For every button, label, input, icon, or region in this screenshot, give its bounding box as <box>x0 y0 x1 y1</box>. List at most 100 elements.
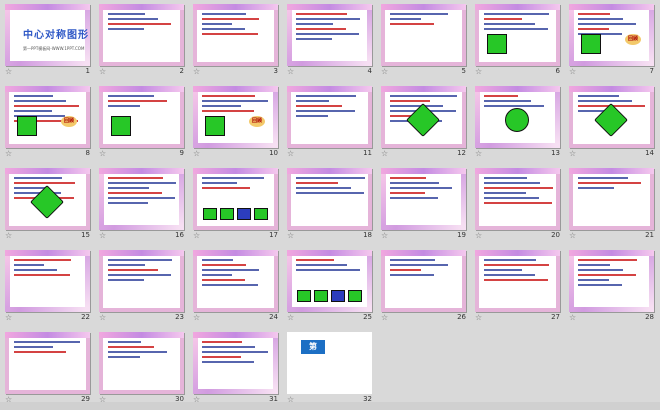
slide-thumbnail-14[interactable]: ☆ 14 <box>566 82 660 162</box>
slide-preview[interactable] <box>193 4 278 66</box>
slide-thumbnail-30[interactable]: ☆ 30 <box>96 328 191 408</box>
slide-preview[interactable] <box>99 86 184 148</box>
slide-preview[interactable]: 回顾 <box>5 86 90 148</box>
slide-thumbnail-24[interactable]: ☆ 24 <box>190 246 285 326</box>
slide-thumbnail-29[interactable]: ☆ 29 <box>2 328 97 408</box>
slide-preview[interactable] <box>569 168 654 230</box>
star-icon[interactable]: ☆ <box>569 313 576 322</box>
slide-preview[interactable] <box>99 168 184 230</box>
slide-preview[interactable] <box>569 250 654 312</box>
slide-thumbnail-31[interactable]: ☆ 31 <box>190 328 285 408</box>
star-icon[interactable]: ☆ <box>569 231 576 240</box>
slide-preview[interactable] <box>569 86 654 148</box>
slide-thumbnail-7[interactable]: 回顾 ☆ 7 <box>566 0 660 80</box>
slide-thumbnail-22[interactable]: ☆ 22 <box>2 246 97 326</box>
slide-thumbnail-21[interactable]: ☆ 21 <box>566 164 660 244</box>
star-icon[interactable]: ☆ <box>287 67 294 76</box>
slide-preview[interactable] <box>5 168 90 230</box>
slide-preview[interactable] <box>287 250 372 312</box>
slide-preview[interactable] <box>193 250 278 312</box>
slide-preview[interactable] <box>193 168 278 230</box>
slide-thumbnail-5[interactable]: ☆ 5 <box>378 0 473 80</box>
slide-preview[interactable] <box>99 250 184 312</box>
slide-preview[interactable] <box>475 4 560 66</box>
star-icon[interactable]: ☆ <box>287 313 294 322</box>
star-icon[interactable]: ☆ <box>475 67 482 76</box>
slide-thumbnail-11[interactable]: ☆ 11 <box>284 82 379 162</box>
star-icon[interactable]: ☆ <box>287 231 294 240</box>
star-icon[interactable]: ☆ <box>5 149 12 158</box>
star-icon[interactable]: ☆ <box>5 313 12 322</box>
slide-preview[interactable]: 第1PPT <box>287 332 372 394</box>
slide-thumbnail-2[interactable]: ☆ 2 <box>96 0 191 80</box>
slide-thumbnail-15[interactable]: ☆ 15 <box>2 164 97 244</box>
slide-preview[interactable] <box>5 332 90 394</box>
star-icon[interactable]: ☆ <box>193 313 200 322</box>
slide-preview[interactable] <box>475 250 560 312</box>
slide-thumbnail-19[interactable]: ☆ 19 <box>378 164 473 244</box>
slide-thumbnail-32[interactable]: 第1PPT ☆ 32 <box>284 328 379 408</box>
slide-thumbnail-8[interactable]: 回顾 ☆ 8 <box>2 82 97 162</box>
star-icon[interactable]: ☆ <box>381 67 388 76</box>
slide-preview[interactable]: 回顾 <box>193 86 278 148</box>
slide-thumbnail-12[interactable]: ☆ 12 <box>378 82 473 162</box>
slide-thumbnail-18[interactable]: ☆ 18 <box>284 164 379 244</box>
star-icon[interactable]: ☆ <box>569 149 576 158</box>
slide-thumbnail-16[interactable]: ☆ 16 <box>96 164 191 244</box>
star-icon[interactable]: ☆ <box>475 149 482 158</box>
slide-thumbnail-13[interactable]: ☆ 13 <box>472 82 567 162</box>
star-icon[interactable]: ☆ <box>193 67 200 76</box>
slide-footer: ☆ 26 <box>380 313 470 323</box>
slide-thumbnail-4[interactable]: ☆ 4 <box>284 0 379 80</box>
star-icon[interactable]: ☆ <box>193 231 200 240</box>
slide-preview[interactable]: 回顾 <box>569 4 654 66</box>
slide-preview[interactable]: 中心对称图形 第一PPT模板网-WWW.1PPT.COM <box>5 4 90 66</box>
slide-preview[interactable] <box>287 168 372 230</box>
star-icon[interactable]: ☆ <box>193 149 200 158</box>
slide-preview[interactable] <box>99 332 184 394</box>
slide-thumbnail-27[interactable]: ☆ 27 <box>472 246 567 326</box>
slide-thumbnail-17[interactable]: ☆ 17 <box>190 164 285 244</box>
slide-thumbnail-9[interactable]: ☆ 9 <box>96 82 191 162</box>
slide-preview[interactable] <box>475 86 560 148</box>
text-line <box>202 105 241 107</box>
text-line <box>390 13 448 15</box>
star-icon[interactable]: ☆ <box>99 231 106 240</box>
text-line <box>578 269 623 271</box>
slide-thumbnail-1[interactable]: 中心对称图形 第一PPT模板网-WWW.1PPT.COM ☆ 1 <box>2 0 97 80</box>
star-icon[interactable]: ☆ <box>5 67 12 76</box>
slide-header-bar <box>193 332 278 338</box>
slide-footer: ☆ 14 <box>568 149 658 159</box>
slide-preview[interactable] <box>287 4 372 66</box>
slide-thumbnail-28[interactable]: ☆ 28 <box>566 246 660 326</box>
star-icon[interactable]: ☆ <box>569 67 576 76</box>
text-line <box>484 177 527 179</box>
star-icon[interactable]: ☆ <box>99 67 106 76</box>
slide-thumbnail-25[interactable]: ☆ 25 <box>284 246 379 326</box>
star-icon[interactable]: ☆ <box>381 149 388 158</box>
slide-preview[interactable] <box>381 250 466 312</box>
slide-thumbnail-6[interactable]: ☆ 6 <box>472 0 567 80</box>
star-icon[interactable]: ☆ <box>475 231 482 240</box>
slide-preview[interactable] <box>381 168 466 230</box>
star-icon[interactable]: ☆ <box>5 231 12 240</box>
slide-preview[interactable] <box>475 168 560 230</box>
slide-preview[interactable] <box>5 250 90 312</box>
star-icon[interactable]: ☆ <box>99 149 106 158</box>
slide-thumbnail-3[interactable]: ☆ 3 <box>190 0 285 80</box>
star-icon[interactable]: ☆ <box>99 313 106 322</box>
green-shape <box>254 208 268 220</box>
slide-thumbnail-10[interactable]: 回顾 ☆ 10 <box>190 82 285 162</box>
slide-preview[interactable] <box>287 86 372 148</box>
star-icon[interactable]: ☆ <box>381 231 388 240</box>
slide-preview[interactable] <box>99 4 184 66</box>
star-icon[interactable]: ☆ <box>475 313 482 322</box>
slide-preview[interactable] <box>381 86 466 148</box>
slide-preview[interactable] <box>193 332 278 394</box>
slide-thumbnail-20[interactable]: ☆ 20 <box>472 164 567 244</box>
slide-thumbnail-23[interactable]: ☆ 23 <box>96 246 191 326</box>
star-icon[interactable]: ☆ <box>287 149 294 158</box>
star-icon[interactable]: ☆ <box>381 313 388 322</box>
slide-thumbnail-26[interactable]: ☆ 26 <box>378 246 473 326</box>
slide-preview[interactable] <box>381 4 466 66</box>
